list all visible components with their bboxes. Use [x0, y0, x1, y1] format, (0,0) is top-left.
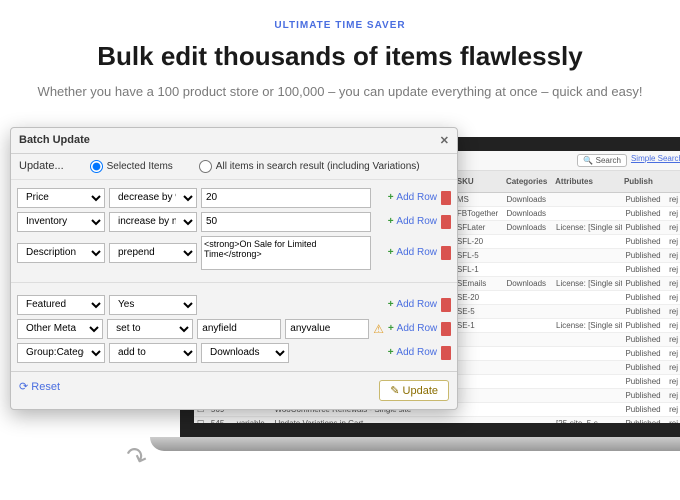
table-row[interactable]: ☐545variableUpdate Variations in Cart[25… [194, 417, 680, 431]
rule-field-select[interactable]: Inventory [17, 212, 105, 232]
close-icon[interactable]: ✕ [440, 134, 449, 147]
warning-icon: ⚠ [373, 322, 384, 336]
simple-search-link[interactable]: Simple Search [631, 154, 680, 167]
search-button[interactable]: 🔍 Search [577, 154, 627, 167]
rule-field-select[interactable]: Featured [17, 295, 105, 315]
rule-row: Featured Yes Add Row [17, 295, 451, 315]
rule-row: Other Meta set to ⚠ Add Row [17, 319, 451, 339]
delete-row-icon[interactable] [441, 346, 451, 360]
radio-all-items[interactable]: All items in search result (including Va… [199, 160, 420, 173]
dialog-title: Batch Update [19, 134, 90, 146]
rule-row: Group:Categories add to Downloads Add Ro… [17, 343, 451, 363]
add-row-button[interactable]: Add Row [388, 347, 437, 358]
rule-value-input[interactable] [285, 319, 369, 339]
delete-row-icon[interactable] [441, 322, 451, 336]
rule-row: Price decrease by % Add Row [17, 188, 451, 208]
table-row[interactable]: ☐589Update Variations in Cart - 25-site8… [194, 431, 680, 437]
rule-row: Inventory increase by number Add Row [17, 212, 451, 232]
delete-row-icon[interactable] [441, 191, 451, 205]
eyebrow-text: ULTIMATE TIME SAVER [0, 20, 680, 31]
add-row-button[interactable]: Add Row [388, 299, 437, 310]
delete-row-icon[interactable] [441, 215, 451, 229]
rule-field-select[interactable]: Other Meta [17, 319, 103, 339]
update-button[interactable]: Update [379, 380, 449, 401]
rule-op-select[interactable]: Yes [109, 295, 197, 315]
batch-update-dialog: Batch Update ✕ Update... Selected Items … [10, 127, 458, 410]
page-subhead: Whether you have a 100 product store or … [0, 82, 680, 102]
rule-op-select[interactable]: set to [107, 319, 193, 339]
rule-value-input[interactable] [197, 319, 281, 339]
delete-row-icon[interactable] [441, 298, 451, 312]
rule-op-select[interactable]: add to [109, 343, 197, 363]
rule-value-input[interactable] [201, 188, 371, 208]
add-row-button[interactable]: Add Row [388, 247, 437, 258]
page-headline: Bulk edit thousands of items flawlessly [0, 41, 680, 72]
rule-op-select[interactable]: decrease by % [109, 188, 197, 208]
rule-field-select[interactable]: Group:Categories [17, 343, 105, 363]
add-row-button[interactable]: Add Row [388, 323, 437, 334]
rule-value-input[interactable]: <strong>On Sale for Limited Time</strong… [201, 236, 371, 270]
rule-op-select[interactable]: increase by number [109, 212, 197, 232]
delete-row-icon[interactable] [441, 246, 451, 260]
radio-selected-items[interactable]: Selected Items [90, 160, 173, 173]
rule-field-select[interactable]: Price [17, 188, 105, 208]
reset-button[interactable]: Reset [19, 380, 60, 401]
rule-value-select[interactable]: Downloads [201, 343, 289, 363]
rule-row: Description prepend <strong>On Sale for … [17, 236, 451, 270]
rule-value-input[interactable] [201, 212, 371, 232]
rule-field-select[interactable]: Description [17, 243, 105, 263]
add-row-button[interactable]: Add Row [388, 216, 437, 227]
rule-op-select[interactable]: prepend [109, 243, 197, 263]
add-row-button[interactable]: Add Row [388, 192, 437, 203]
decorative-arrow: ↶ [120, 439, 151, 476]
update-label: Update... [19, 160, 64, 172]
